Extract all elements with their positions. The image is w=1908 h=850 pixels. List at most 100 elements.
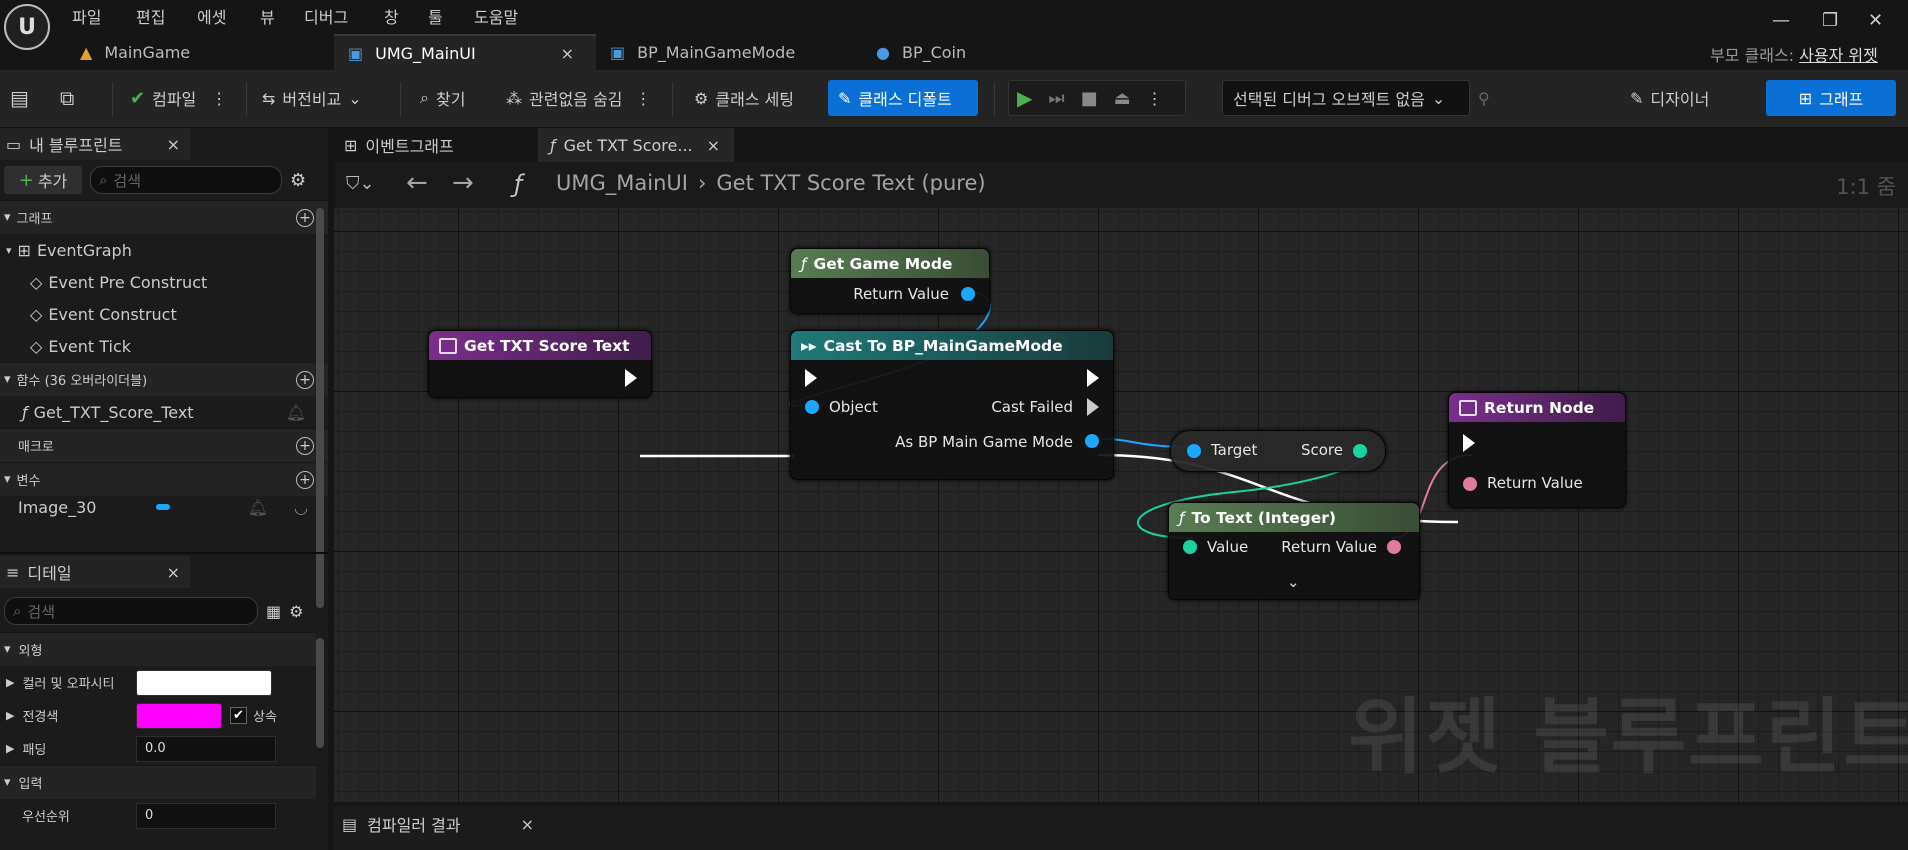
step-icon[interactable]: ⏭: [1048, 88, 1064, 109]
section-input[interactable]: ▾ 입력: [0, 765, 316, 799]
scrollbar[interactable]: [316, 208, 324, 608]
expand-icon[interactable]: ▶: [6, 742, 14, 755]
graph-canvas[interactable]: ƒ Get Game Mode Return Value Get TXT Sco…: [334, 162, 1908, 802]
visibility-icon[interactable]: ◡: [294, 498, 308, 517]
close-window-icon[interactable]: ✕: [1868, 10, 1883, 31]
minimize-icon[interactable]: —: [1772, 10, 1790, 31]
tree-item-function[interactable]: ƒ Get_TXT_Score_Text 🔔︎: [0, 396, 328, 428]
exec-output-pin[interactable]: [1087, 369, 1099, 387]
value-input-pin[interactable]: [1183, 540, 1197, 554]
text-output-pin[interactable]: [1387, 540, 1401, 554]
padding-field[interactable]: 0.0: [136, 735, 276, 762]
debug-filter-icon[interactable]: ⚲: [1478, 80, 1490, 116]
bookmark-icon[interactable]: ⛉⌄: [346, 173, 375, 194]
node-get-game-mode[interactable]: ƒ Get Game Mode Return Value: [790, 248, 990, 314]
node-to-text-integer[interactable]: ƒ To Text (Integer) Value Return Value ⌄: [1168, 502, 1420, 600]
play-icon[interactable]: ▶: [1017, 86, 1032, 110]
object-input-pin[interactable]: [805, 400, 819, 414]
node-cast-to-gamemode[interactable]: ▸▸ Cast To BP_MainGameMode Object Cast F…: [790, 330, 1114, 480]
debug-object-select[interactable]: 선택된 디버그 오브젝트 없음 ⌄: [1222, 80, 1470, 116]
as-output-pin[interactable]: [1085, 434, 1099, 448]
compile-button[interactable]: ✔ 컴파일 ⋮: [130, 80, 227, 116]
more-options-icon[interactable]: ⋮: [211, 89, 227, 108]
add-graph-icon[interactable]: +: [296, 208, 314, 227]
close-tab-icon[interactable]: ×: [707, 136, 720, 155]
tree-item-event[interactable]: ◇ Event Construct: [0, 298, 328, 330]
tab-bp-coin[interactable]: ● BP_Coin: [862, 34, 1122, 70]
score-output-pin[interactable]: [1353, 444, 1367, 458]
color-swatch-magenta[interactable]: [136, 702, 222, 729]
section-appearance[interactable]: ▾ 외형: [0, 632, 316, 666]
details-search-input[interactable]: ⌕ 검색: [4, 597, 258, 625]
graph-button[interactable]: ⊞ 그래프: [1766, 80, 1896, 116]
details-tab[interactable]: ≡ 디테일 ×: [0, 556, 190, 588]
compiler-results-tab[interactable]: ▤ 컴파일러 결과 ×: [342, 812, 534, 836]
tree-item-variable[interactable]: Image_30 🔔︎ ◡: [0, 496, 328, 518]
tree-item-event[interactable]: ◇ Event Pre Construct: [0, 266, 328, 298]
menu-asset[interactable]: 에셋: [197, 4, 226, 28]
table-icon[interactable]: ▦: [266, 602, 281, 621]
target-input-pin[interactable]: [1187, 444, 1201, 458]
tab-umg-mainui[interactable]: ▣ UMG_MainUI ×: [334, 34, 596, 70]
menu-help[interactable]: 도움말: [474, 4, 518, 28]
menu-file[interactable]: 파일: [72, 4, 101, 28]
close-icon[interactable]: ×: [167, 135, 180, 154]
forward-arrow-icon[interactable]: →: [452, 168, 474, 198]
section-functions[interactable]: ▾ 함수 (36 오버라이더블) +: [0, 362, 328, 396]
add-function-icon[interactable]: +: [296, 370, 314, 389]
object-output-pin[interactable]: [961, 287, 975, 301]
browse-icon[interactable]: ⧉: [60, 80, 74, 116]
menu-tools[interactable]: 툴: [428, 4, 443, 28]
section-macros[interactable]: 매크로 +: [0, 428, 328, 462]
tab-event-graph[interactable]: ⊞ 이벤트그래프: [344, 128, 454, 162]
parent-class-link[interactable]: 사용자 위젯: [1799, 46, 1878, 65]
unreal-logo-icon[interactable]: U: [4, 4, 50, 50]
return-value-input-pin[interactable]: [1463, 477, 1477, 491]
save-icon[interactable]: ▤: [10, 80, 29, 116]
chevron-down-icon[interactable]: ⌄: [1287, 573, 1300, 591]
find-button[interactable]: ⌕ 찾기: [420, 80, 465, 116]
gear-icon[interactable]: ⚙: [289, 602, 303, 621]
maximize-icon[interactable]: ❐: [1822, 10, 1838, 31]
tree-item-eventgraph[interactable]: ▾ ⊞ EventGraph: [0, 234, 328, 266]
color-swatch-white[interactable]: [136, 669, 272, 696]
expand-icon[interactable]: ▶: [6, 709, 14, 722]
exec-input-pin[interactable]: [805, 369, 817, 387]
menu-debug[interactable]: 디버그: [304, 4, 348, 28]
class-settings-button[interactable]: ⚙ 클래스 세팅: [694, 80, 794, 116]
tree-item-event[interactable]: ◇ Event Tick: [0, 330, 328, 362]
close-tab-icon[interactable]: ×: [561, 44, 574, 63]
more-options-icon[interactable]: ⋮: [1147, 89, 1163, 108]
breadcrumb-root[interactable]: UMG_MainUI: [556, 171, 688, 195]
scrollbar[interactable]: [316, 638, 324, 748]
add-button[interactable]: + 추가: [4, 166, 82, 194]
menu-edit[interactable]: 편집: [136, 4, 165, 28]
section-variables[interactable]: ▾ 변수 +: [0, 462, 328, 496]
exec-input-pin[interactable]: [1463, 434, 1475, 452]
my-blueprint-tab[interactable]: ▭ 내 블루프린트 ×: [0, 128, 190, 160]
hide-unrelated-button[interactable]: ⁂ 관련없음 숨김 ⋮: [506, 80, 651, 116]
inherit-checkbox[interactable]: ✔: [230, 707, 247, 724]
diff-button[interactable]: ⇆ 버전비교 ⌄: [262, 80, 362, 116]
more-options-icon[interactable]: ⋮: [635, 89, 651, 108]
add-variable-icon[interactable]: +: [296, 470, 314, 489]
section-graphs[interactable]: ▾ 그래프 +: [0, 200, 328, 234]
exec-output-pin[interactable]: [625, 369, 637, 387]
tab-maingame[interactable]: ▲ MainGame: [66, 34, 332, 70]
node-return[interactable]: Return Node Return Value: [1448, 392, 1626, 508]
expand-icon[interactable]: ▶: [6, 676, 14, 689]
close-icon[interactable]: ×: [167, 563, 180, 582]
tab-get-txt-score[interactable]: ƒ Get TXT Score... ×: [538, 128, 734, 162]
add-macro-icon[interactable]: +: [296, 436, 314, 455]
blueprint-search-input[interactable]: ⌕ 검색: [90, 166, 282, 194]
eject-icon[interactable]: ⏏: [1114, 88, 1131, 109]
close-tab-icon[interactable]: ×: [521, 815, 534, 834]
node-get-score[interactable]: Target Score: [1170, 430, 1386, 472]
menu-view[interactable]: 뷰: [260, 4, 275, 28]
designer-button[interactable]: ✎ 디자이너: [1630, 80, 1709, 116]
menu-window[interactable]: 창: [384, 4, 399, 28]
gear-icon[interactable]: ⚙: [290, 170, 306, 191]
node-function-entry[interactable]: Get TXT Score Text: [428, 330, 652, 398]
back-arrow-icon[interactable]: ←: [406, 168, 428, 198]
class-defaults-button[interactable]: ✎ 클래스 디폴트: [828, 80, 978, 116]
